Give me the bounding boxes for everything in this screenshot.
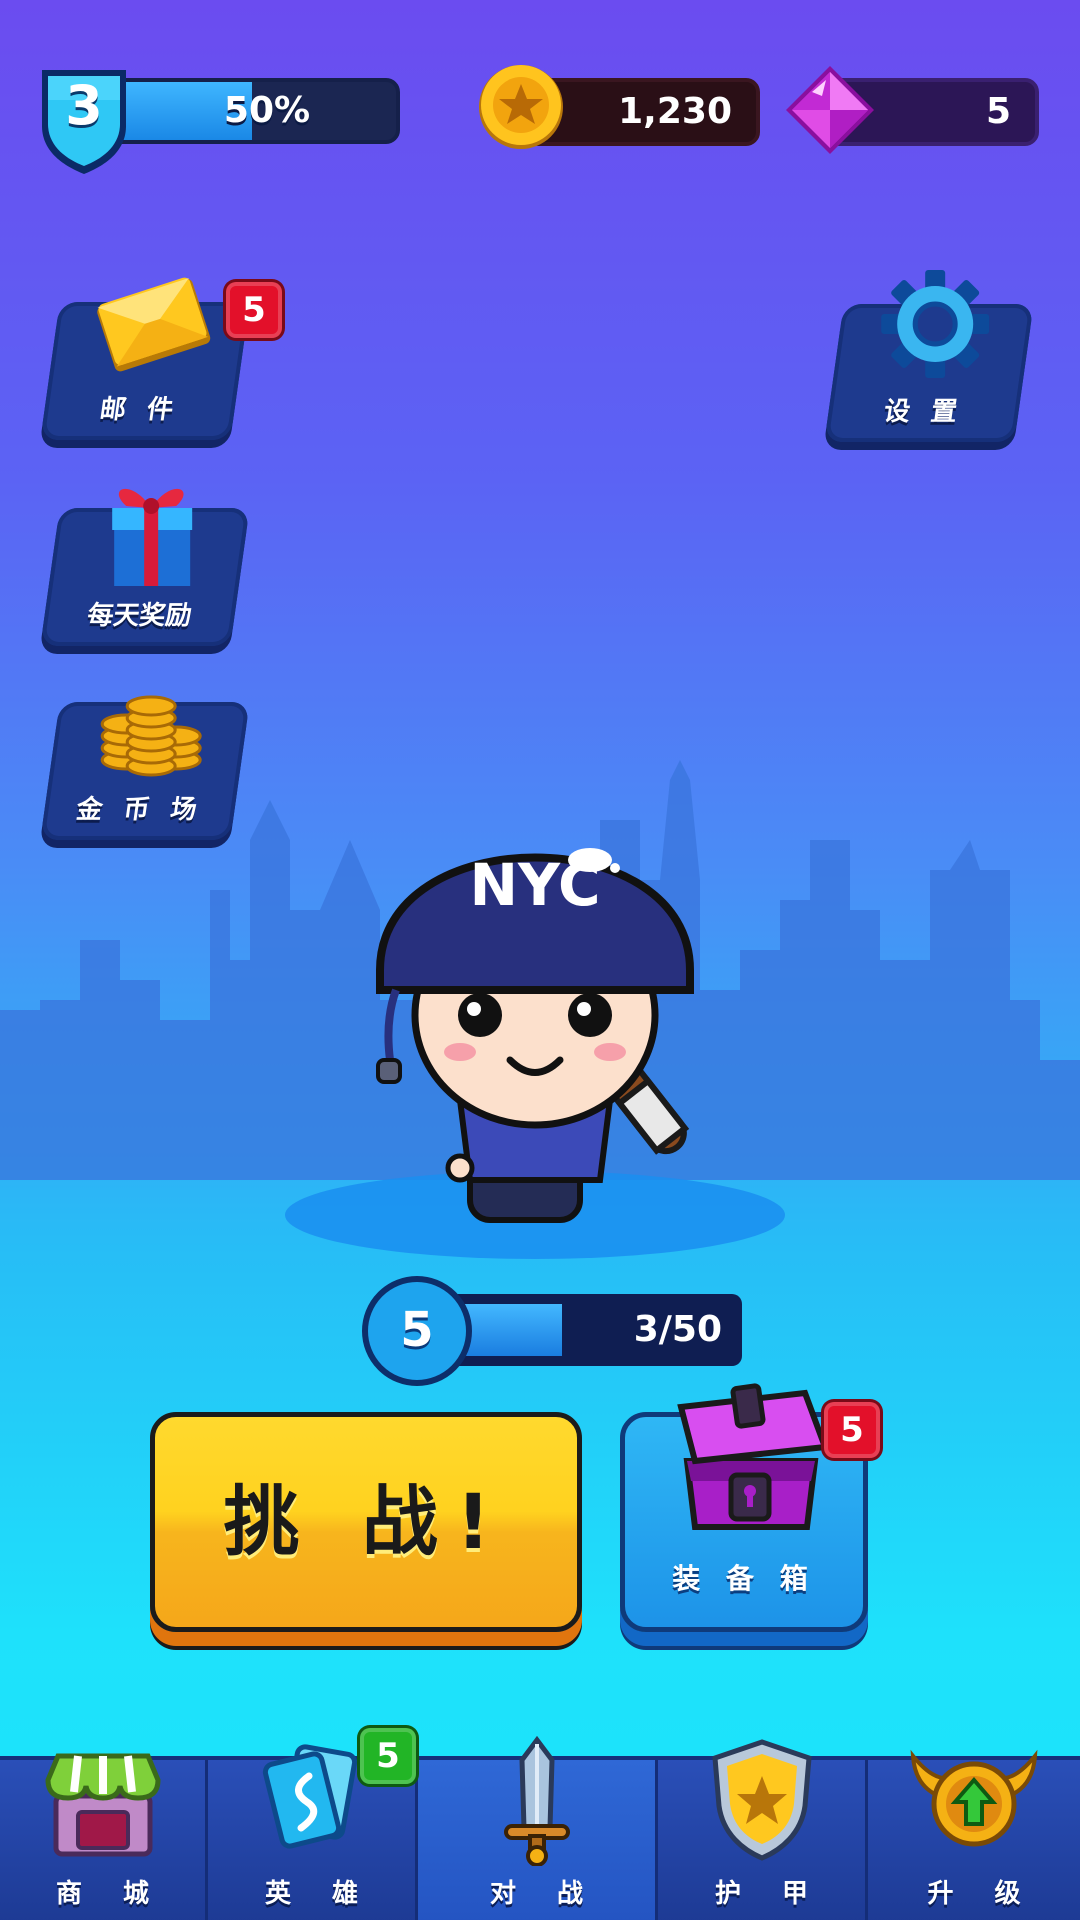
coin-arena-button[interactable]: 金 币 场	[40, 695, 250, 840]
nav-upgrade[interactable]: 升 级	[868, 1749, 1080, 1920]
coin-stack-icon	[100, 695, 202, 777]
mail-label: 邮 件	[97, 395, 182, 425]
mail-badge: 5	[226, 282, 282, 338]
player-character[interactable]: NYC	[270, 760, 790, 1280]
character-progress-track: 3/50	[432, 1294, 742, 1366]
gear-icon	[881, 270, 990, 378]
gem-amount: 5	[985, 91, 1011, 132]
character-level-circle: 5	[362, 1276, 472, 1386]
nav-battle[interactable]: 对 战	[418, 1736, 658, 1920]
xp-percent-text: 50%	[223, 90, 311, 131]
gift-box-icon	[112, 488, 193, 586]
helmet-logo-text: NYC	[469, 851, 600, 919]
gold-coin-icon	[479, 65, 563, 149]
bottom-navigation: 商 城 英 雄 对 战 护 甲 升 级	[0, 1736, 1080, 1920]
nav-battle-label: 对 战	[489, 1879, 600, 1909]
character-level-bar: 3/50 5	[362, 1276, 750, 1386]
daily-reward-label: 每天奖励	[85, 601, 194, 631]
coin-amount: 1,230	[618, 91, 732, 132]
shield-icon	[711, 1739, 812, 1861]
mail-button[interactable]: 邮 件	[40, 277, 250, 440]
daily-reward-button[interactable]: 每天奖励	[40, 488, 250, 646]
heroes-badge: 5	[360, 1728, 416, 1784]
hero-cards-icon	[262, 1744, 357, 1849]
pink-gem-icon	[786, 66, 874, 154]
nav-armor[interactable]: 护 甲	[658, 1739, 868, 1920]
mail-envelope-icon	[97, 277, 211, 372]
sword-icon	[503, 1736, 570, 1866]
game-home-screen: { "player": { "level": "3", "xp_percent_…	[0, 0, 1080, 1920]
nav-shop[interactable]: 商 城	[0, 1753, 208, 1920]
settings-button[interactable]: 设 置	[824, 270, 1034, 442]
nav-upgrade-label: 升 级	[927, 1879, 1037, 1909]
chest-badge: 5	[824, 1402, 880, 1458]
nav-shop-label: 商 城	[55, 1879, 166, 1909]
coin-arena-label: 金 币 场	[74, 795, 205, 825]
nav-heroes[interactable]: 英 雄	[208, 1744, 418, 1920]
nav-heroes-label: 英 雄	[264, 1879, 375, 1909]
settings-label: 设 置	[881, 397, 966, 427]
nav-armor-label: 护 甲	[714, 1879, 825, 1909]
player-level-number: 3	[65, 74, 103, 137]
xp-progress-bar: 50%	[104, 78, 400, 144]
player-level-hud: 50% 3	[34, 64, 400, 176]
equipment-chest-label: 装 备 箱	[672, 1562, 816, 1595]
treasure-chest-icon	[677, 1383, 830, 1530]
challenge-button[interactable]: 挑 战!	[150, 1412, 582, 1632]
character-level-number: 5	[400, 1302, 434, 1358]
character-progress-text: 3/50	[633, 1309, 722, 1350]
shop-icon	[44, 1753, 161, 1857]
challenge-label: 挑 战!	[223, 1477, 509, 1566]
upgrade-icon	[910, 1749, 1038, 1847]
